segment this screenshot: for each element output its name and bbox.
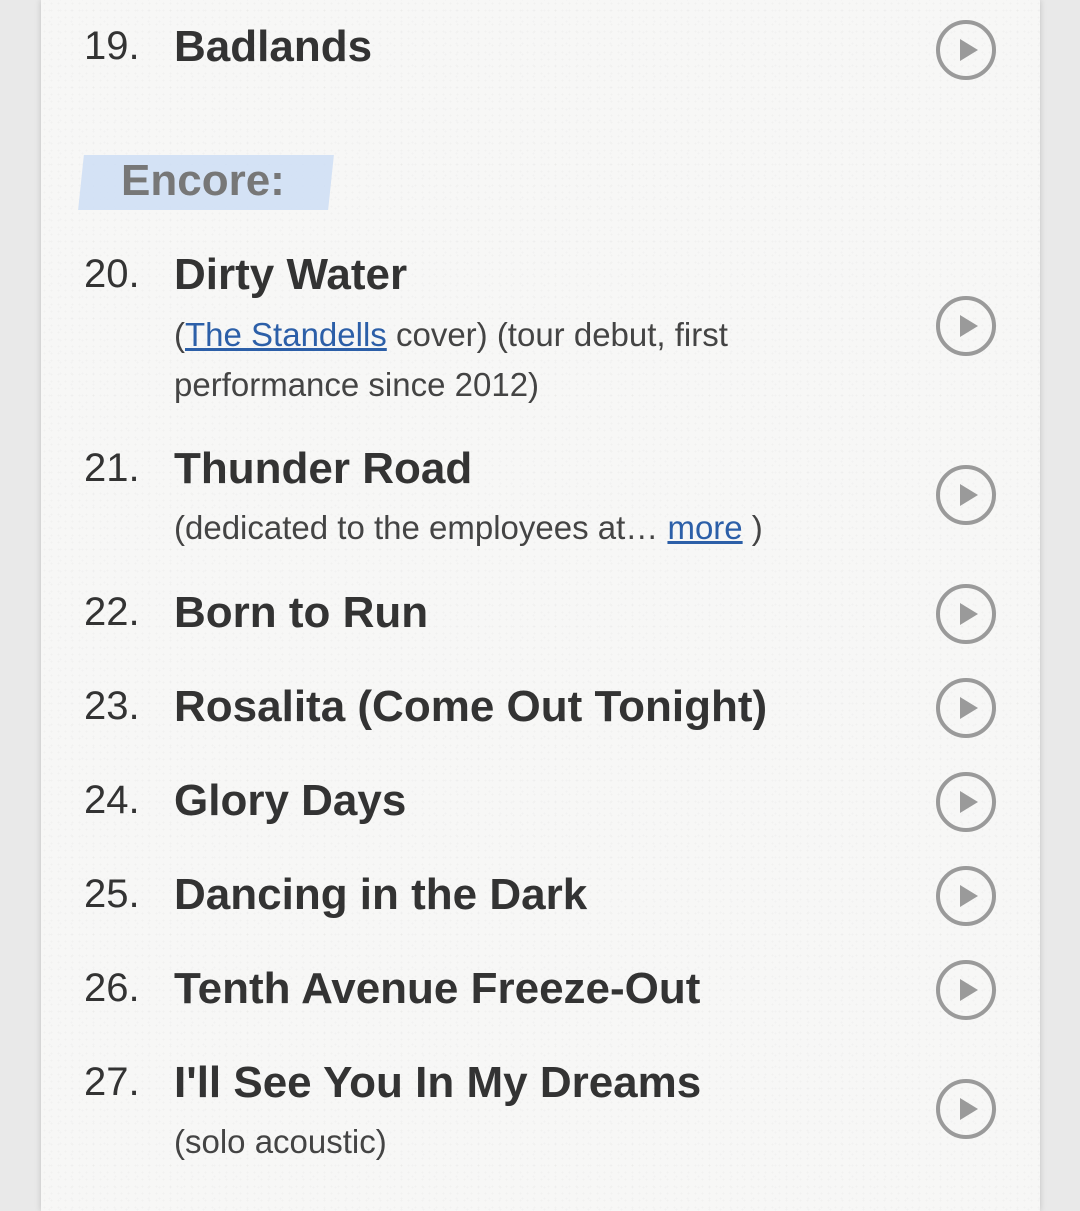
song-note: (The Standells cover) (tour debut, first… — [174, 310, 794, 410]
note-text: ( — [174, 316, 185, 353]
play-icon — [960, 697, 978, 719]
song-title[interactable]: Badlands — [174, 22, 372, 72]
play-button[interactable] — [936, 20, 996, 80]
more-link[interactable]: more — [667, 509, 742, 546]
note-text: ) — [742, 509, 763, 546]
setlist-card: 19. Badlands Encore: 20. Dirty Water (Th… — [41, 0, 1040, 1211]
section-label-encore: Encore: — [121, 156, 285, 205]
song-title[interactable]: I'll See You In My Dreams — [174, 1058, 701, 1108]
play-icon — [960, 791, 978, 813]
play-button[interactable] — [936, 1079, 996, 1139]
song-number: 25. — [84, 872, 140, 916]
song-title[interactable]: Dancing in the Dark — [174, 870, 587, 920]
play-button[interactable] — [936, 465, 996, 525]
play-button[interactable] — [936, 584, 996, 644]
play-icon — [960, 39, 978, 61]
song-number: 26. — [84, 966, 140, 1010]
song-number: 22. — [84, 590, 140, 634]
note-text: (dedicated to the employees at… — [174, 509, 668, 546]
play-icon — [960, 484, 978, 506]
artist-link[interactable]: The Standells — [185, 316, 387, 353]
song-number: 24. — [84, 778, 140, 822]
song-note: (dedicated to the employees at… more ) — [174, 503, 874, 553]
song-note: (solo acoustic) — [174, 1123, 387, 1160]
play-button[interactable] — [936, 296, 996, 356]
song-number: 21. — [84, 446, 140, 490]
play-button[interactable] — [936, 960, 996, 1020]
play-button[interactable] — [936, 772, 996, 832]
play-button[interactable] — [936, 678, 996, 738]
play-icon — [960, 885, 978, 907]
song-title[interactable]: Dirty Water — [174, 250, 407, 300]
song-number: 27. — [84, 1060, 140, 1104]
song-title[interactable]: Born to Run — [174, 588, 428, 638]
play-icon — [960, 1098, 978, 1120]
song-number: 23. — [84, 684, 140, 728]
song-number: 19. — [84, 24, 140, 68]
song-title[interactable]: Rosalita (Come Out Tonight) — [174, 682, 767, 732]
play-button[interactable] — [936, 866, 996, 926]
play-icon — [960, 315, 978, 337]
song-number: 20. — [84, 252, 140, 296]
play-icon — [960, 979, 978, 1001]
song-title[interactable]: Thunder Road — [174, 444, 472, 494]
play-icon — [960, 603, 978, 625]
song-title[interactable]: Tenth Avenue Freeze-Out — [174, 964, 700, 1014]
song-title[interactable]: Glory Days — [174, 776, 406, 826]
